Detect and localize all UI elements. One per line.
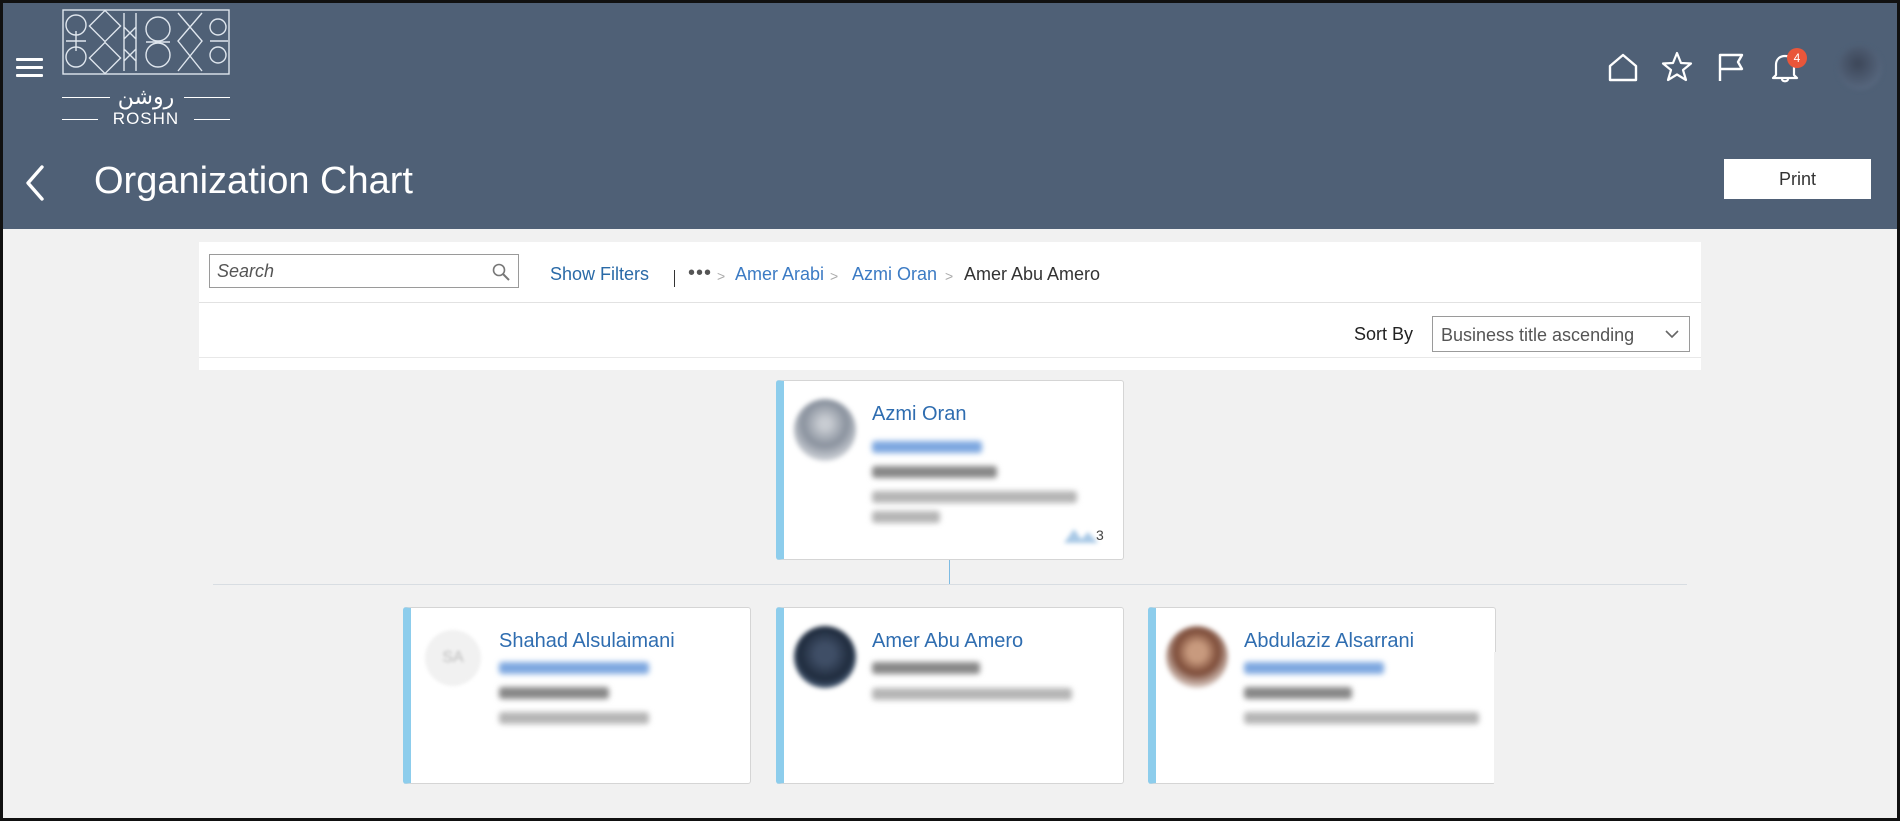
breadcrumb-item-azmi-oran[interactable]: Azmi Oran <box>852 264 937 285</box>
manager-phone-redacted <box>872 466 997 478</box>
toolbar-panel: Show Filters ••• > Amer Arabi > Azmi Ora… <box>199 242 1701 370</box>
breadcrumb-separator: > <box>945 268 954 284</box>
report-card[interactable]: Amer Abu Amero <box>776 607 1124 784</box>
star-icon[interactable] <box>1660 50 1694 84</box>
sort-by-value: Business title ascending <box>1441 325 1635 345</box>
report-phone-redacted <box>499 687 609 699</box>
app-header: روشن ROSHN 4 Organization Chart Print <box>0 0 1900 229</box>
print-button[interactable]: Print <box>1724 159 1871 199</box>
notification-badge: 4 <box>1787 48 1807 68</box>
report-photo <box>1166 626 1228 688</box>
toolbar-bottom-divider <box>199 357 1701 358</box>
breadcrumb-separator: > <box>717 268 726 284</box>
breadcrumb-item-current: Amer Abu Amero <box>964 264 1101 284</box>
manager-photo <box>794 399 856 461</box>
report-name[interactable]: Abdulaziz Alsarrani <box>1244 630 1414 653</box>
search-box[interactable] <box>209 254 519 288</box>
sort-by-label: Sort By <box>1354 324 1414 344</box>
logo-pattern-icon <box>62 9 230 75</box>
home-icon[interactable] <box>1606 50 1640 84</box>
org-connector-horizontal <box>213 584 1687 585</box>
show-filters-link[interactable]: Show Filters <box>550 264 649 285</box>
search-icon[interactable] <box>491 262 511 282</box>
direct-reports-count: 3 <box>1096 527 1104 543</box>
manager-title-redacted-2 <box>872 511 940 523</box>
manager-card[interactable]: Azmi Oran 3 <box>776 380 1124 560</box>
search-input[interactable] <box>210 255 480 287</box>
report-photo <box>794 626 856 688</box>
report-title-redacted <box>1244 712 1479 724</box>
logo-latin-text: ROSHN <box>112 109 180 128</box>
breadcrumb-item-amer-arabi[interactable]: Amer Arabi <box>735 264 824 285</box>
page-title: Organization Chart <box>94 160 413 202</box>
report-title-redacted <box>499 712 649 724</box>
report-phone-redacted <box>1244 687 1352 699</box>
sort-by-select[interactable]: Business title ascending <box>1432 316 1690 352</box>
report-title-redacted <box>872 688 1072 700</box>
card-edge-mask <box>1494 652 1500 784</box>
manager-name[interactable]: Azmi Oran <box>872 403 966 426</box>
report-email-redacted <box>499 662 649 674</box>
report-name[interactable]: Amer Abu Amero <box>872 630 1023 653</box>
manager-email-redacted <box>872 441 982 453</box>
report-card[interactable]: SA Shahad Alsulaimani <box>403 607 751 784</box>
report-name[interactable]: Shahad Alsulaimani <box>499 630 675 653</box>
chevron-down-icon <box>1665 330 1679 339</box>
flag-icon[interactable] <box>1714 50 1748 84</box>
logo-arabic-text: روشن <box>117 85 175 110</box>
notification-bell-icon[interactable]: 4 <box>1768 48 1807 84</box>
roshn-logo[interactable]: روشن ROSHN <box>62 9 230 129</box>
manager-title-redacted <box>872 491 1077 503</box>
report-email-redacted <box>1244 662 1384 674</box>
breadcrumb-overflow-icon[interactable]: ••• <box>688 262 712 285</box>
toolbar-separator <box>674 270 675 287</box>
report-card[interactable]: Abdulaziz Alsarrani <box>1148 607 1496 784</box>
breadcrumb-separator: > <box>830 268 839 284</box>
user-avatar[interactable] <box>1838 46 1882 90</box>
report-initials-avatar: SA <box>425 630 481 686</box>
toolbar-divider <box>199 302 1701 303</box>
org-connector-vertical <box>949 560 950 584</box>
hamburger-menu-icon[interactable] <box>16 58 43 78</box>
back-chevron-icon[interactable] <box>22 163 48 203</box>
report-phone-redacted <box>872 662 980 674</box>
